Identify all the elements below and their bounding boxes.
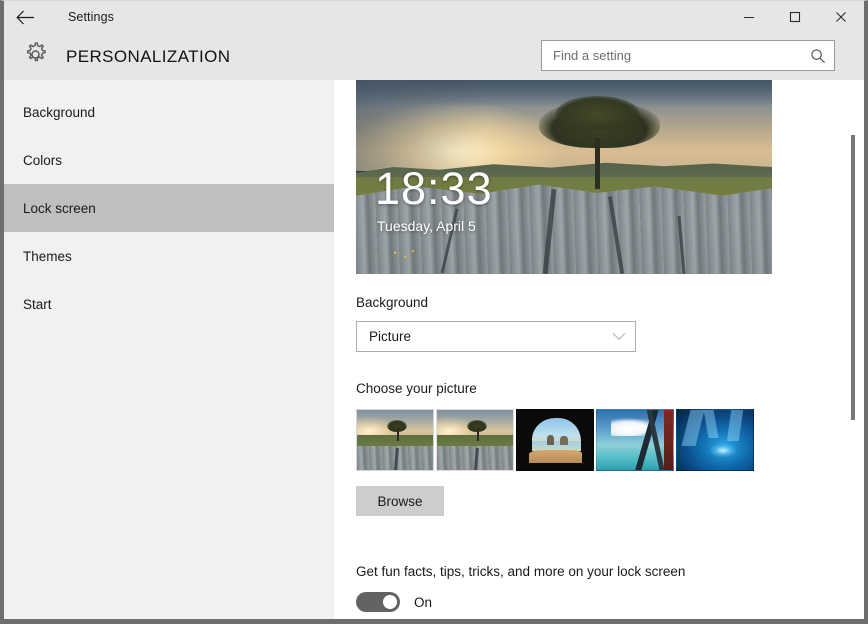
search-input[interactable] xyxy=(542,41,802,70)
lock-screen-time: 18:33 xyxy=(375,163,493,214)
search-box[interactable] xyxy=(541,40,835,71)
browse-button[interactable]: Browse xyxy=(356,486,444,516)
fun-facts-toggle-state: On xyxy=(414,594,433,610)
close-icon xyxy=(835,11,847,23)
sidebar-item-colors[interactable]: Colors xyxy=(4,136,334,184)
preview-tree-canopy xyxy=(555,95,639,131)
title-bar: Settings xyxy=(4,1,864,33)
sidebar-item-label: Start xyxy=(23,296,52,312)
sidebar-item-start[interactable]: Start xyxy=(4,280,334,328)
content-pane: 18:33 Tuesday, April 5 Background Pictur… xyxy=(334,80,864,619)
sidebar-item-label: Background xyxy=(23,104,96,120)
chevron-down-icon xyxy=(612,322,626,351)
content-scrollbar[interactable] xyxy=(848,80,858,619)
sidebar-item-themes[interactable]: Themes xyxy=(4,232,334,280)
choose-picture-label: Choose your picture xyxy=(356,381,477,396)
back-arrow-icon xyxy=(15,10,35,25)
minimize-icon xyxy=(743,11,755,23)
sidebar-item-background[interactable]: Background xyxy=(4,88,334,136)
search-icon[interactable] xyxy=(802,41,834,70)
lock-screen-date: Tuesday, April 5 xyxy=(377,218,476,234)
preview-flowers xyxy=(389,246,420,261)
page-title: PERSONALIZATION xyxy=(66,46,231,66)
sidebar-item-label: Lock screen xyxy=(23,200,96,216)
background-select[interactable]: Picture xyxy=(356,321,636,352)
picture-thumbnail-list xyxy=(356,409,864,471)
fun-facts-toggle[interactable] xyxy=(356,592,400,612)
body-area: Background Colors Lock screen Themes Sta… xyxy=(4,80,864,619)
maximize-button[interactable] xyxy=(772,1,818,33)
thumbnail-cave-beach[interactable] xyxy=(516,409,594,471)
thumbnail-sky-structure[interactable] xyxy=(596,409,674,471)
window-caption-buttons xyxy=(726,1,864,33)
settings-gear-wrap[interactable] xyxy=(4,41,66,73)
background-section-label: Background xyxy=(356,295,429,310)
app-title: Settings xyxy=(68,10,114,24)
thumbnail-blue-ice-cave[interactable] xyxy=(676,409,754,471)
maximize-icon xyxy=(789,11,801,23)
thumbnail-limestone-tree-1[interactable] xyxy=(356,409,434,471)
fun-facts-label: Get fun facts, tips, tricks, and more on… xyxy=(356,564,686,579)
minimize-button[interactable] xyxy=(726,1,772,33)
settings-window: Settings PERSONALIZATION Find a setting … xyxy=(0,0,868,624)
sidebar-item-label: Themes xyxy=(23,248,72,264)
thumbnail-limestone-tree-2[interactable] xyxy=(436,409,514,471)
gear-icon xyxy=(22,41,49,73)
preview-tree-trunk xyxy=(595,138,601,189)
page-header: PERSONALIZATION xyxy=(4,33,864,80)
sidebar-item-label: Colors xyxy=(23,152,63,168)
back-button[interactable] xyxy=(4,1,46,33)
fun-facts-toggle-row: On xyxy=(356,592,864,612)
lock-screen-preview: 18:33 Tuesday, April 5 xyxy=(356,80,772,274)
scrollbar-thumb[interactable] xyxy=(851,135,855,420)
close-button[interactable] xyxy=(818,1,864,33)
sidebar-item-lock-screen[interactable]: Lock screen xyxy=(4,184,334,232)
background-select-value: Picture xyxy=(369,329,412,344)
toggle-knob xyxy=(383,595,397,609)
sidebar-nav: Background Colors Lock screen Themes Sta… xyxy=(4,80,334,619)
